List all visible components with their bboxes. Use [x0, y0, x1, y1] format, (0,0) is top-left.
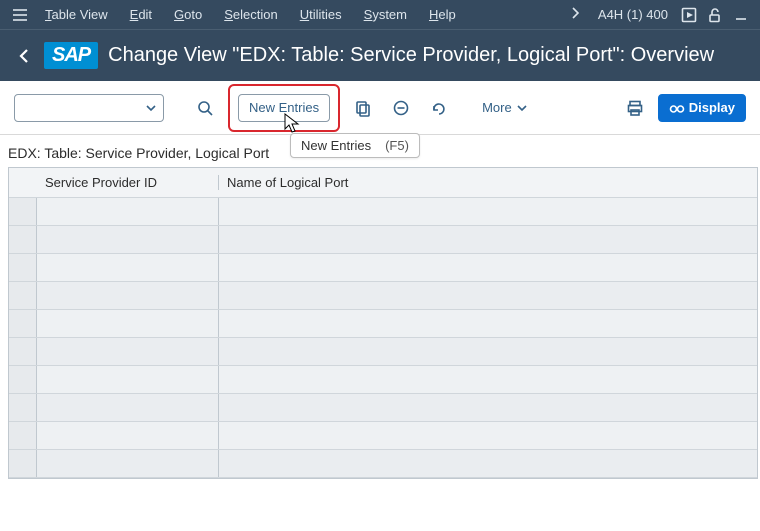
cell-logical-port[interactable] — [219, 254, 757, 281]
table-row[interactable] — [9, 422, 757, 450]
column-header-logical-port[interactable]: Name of Logical Port — [219, 175, 757, 190]
row-selector[interactable] — [9, 422, 37, 449]
undo-button[interactable] — [424, 94, 454, 122]
search-icon — [196, 99, 214, 117]
menu-bar: Table View Edit Goto Selection Utilities… — [0, 0, 760, 29]
table-row[interactable] — [9, 310, 757, 338]
title-bar: SAP Change View "EDX: Table: Service Pro… — [0, 29, 760, 81]
table-row[interactable] — [9, 254, 757, 282]
row-selector[interactable] — [9, 254, 37, 281]
undo-icon — [429, 99, 449, 117]
unlock-icon[interactable] — [702, 0, 728, 29]
cell-logical-port[interactable] — [219, 310, 757, 337]
more-menu[interactable]: More — [476, 100, 534, 115]
cell-logical-port[interactable] — [219, 282, 757, 309]
find-button[interactable] — [190, 94, 220, 122]
copy-icon — [354, 99, 372, 117]
table-row[interactable] — [9, 198, 757, 226]
menu-utilities[interactable]: Utilities — [289, 0, 353, 29]
menu-goto[interactable]: Goto — [163, 0, 213, 29]
menu-help[interactable]: Help — [418, 0, 467, 29]
cell-logical-port[interactable] — [219, 338, 757, 365]
table-header-row: Service Provider ID Name of Logical Port — [9, 168, 757, 198]
cell-service-provider-id[interactable] — [37, 422, 219, 449]
row-selector[interactable] — [9, 450, 37, 477]
print-button[interactable] — [620, 94, 650, 122]
row-selector[interactable] — [9, 338, 37, 365]
tooltip-label: New Entries — [301, 138, 371, 153]
chevron-down-icon — [145, 103, 157, 113]
table-row[interactable] — [9, 366, 757, 394]
toolbar: New Entries More Display — [0, 81, 760, 135]
cell-service-provider-id[interactable] — [37, 450, 219, 477]
sap-logo: SAP — [44, 42, 98, 69]
cell-logical-port[interactable] — [219, 226, 757, 253]
menu-system[interactable]: System — [353, 0, 418, 29]
more-label: More — [482, 100, 512, 115]
data-table: Service Provider ID Name of Logical Port — [8, 167, 758, 479]
cell-service-provider-id[interactable] — [37, 254, 219, 281]
row-selector[interactable] — [9, 394, 37, 421]
display-button[interactable]: Display — [658, 94, 746, 122]
tooltip-shortcut: (F5) — [385, 138, 409, 153]
cell-service-provider-id[interactable] — [37, 282, 219, 309]
cell-service-provider-id[interactable] — [37, 310, 219, 337]
cell-service-provider-id[interactable] — [37, 198, 219, 225]
row-selector[interactable] — [9, 282, 37, 309]
table-row[interactable] — [9, 394, 757, 422]
cell-logical-port[interactable] — [219, 450, 757, 477]
hamburger-menu-icon[interactable] — [6, 0, 34, 29]
cell-service-provider-id[interactable] — [37, 366, 219, 393]
glasses-icon — [669, 101, 685, 115]
tooltip: New Entries (F5) — [290, 133, 420, 158]
back-button[interactable] — [8, 40, 40, 72]
cell-service-provider-id[interactable] — [37, 338, 219, 365]
menu-table-view[interactable]: Table View — [34, 0, 119, 29]
new-entries-label: New Entries — [249, 100, 319, 115]
page-title: Change View "EDX: Table: Service Provide… — [108, 44, 714, 67]
row-selector[interactable] — [9, 226, 37, 253]
chevron-right-icon[interactable] — [561, 6, 590, 24]
cell-service-provider-id[interactable] — [37, 394, 219, 421]
new-entries-button[interactable]: New Entries — [238, 94, 330, 122]
row-selector[interactable] — [9, 198, 37, 225]
chevron-down-icon — [516, 103, 528, 113]
menu-edit[interactable]: Edit — [119, 0, 163, 29]
command-field[interactable] — [14, 94, 164, 122]
system-id: A4H (1) 400 — [590, 7, 676, 22]
display-label: Display — [689, 100, 735, 115]
cell-logical-port[interactable] — [219, 366, 757, 393]
run-icon[interactable] — [676, 0, 702, 29]
table-row[interactable] — [9, 226, 757, 254]
cell-logical-port[interactable] — [219, 198, 757, 225]
table-row[interactable] — [9, 450, 757, 478]
cell-logical-port[interactable] — [219, 394, 757, 421]
minimize-icon[interactable] — [728, 0, 754, 29]
highlight-annotation: New Entries — [228, 84, 340, 132]
cell-service-provider-id[interactable] — [37, 226, 219, 253]
delete-button[interactable] — [386, 94, 416, 122]
cell-logical-port[interactable] — [219, 422, 757, 449]
print-icon — [626, 99, 644, 117]
row-selector[interactable] — [9, 366, 37, 393]
column-header-service-provider-id[interactable]: Service Provider ID — [37, 175, 219, 190]
row-selector[interactable] — [9, 310, 37, 337]
delete-icon — [392, 99, 410, 117]
copy-as-button[interactable] — [348, 94, 378, 122]
table-row[interactable] — [9, 282, 757, 310]
menu-selection[interactable]: Selection — [213, 0, 288, 29]
table-row[interactable] — [9, 338, 757, 366]
